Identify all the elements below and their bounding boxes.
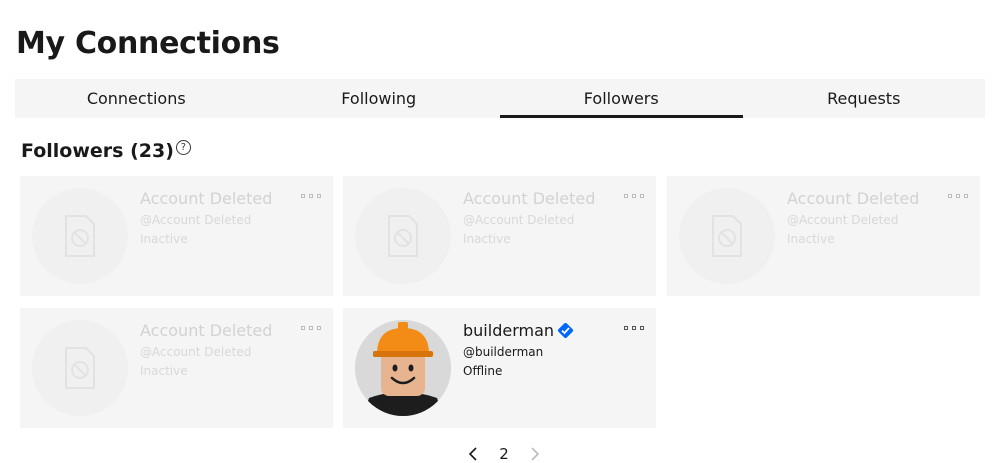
follower-card[interactable]: Account Deleted @Account Deleted Inactiv…	[20, 176, 333, 296]
card-handle: @builderman	[463, 345, 544, 359]
follower-card[interactable]: Account Deleted @Account Deleted Inactiv…	[343, 176, 656, 296]
section-title: Followers (23) ?	[21, 140, 191, 162]
card-name: builderman	[463, 321, 574, 340]
card-handle: @Account Deleted	[140, 213, 252, 227]
avatar	[32, 188, 128, 284]
card-name-text: builderman	[463, 321, 555, 340]
card-status: Offline	[463, 364, 503, 378]
tab-connections[interactable]: Connections	[15, 79, 258, 118]
card-status: Inactive	[463, 232, 511, 246]
question-circle-icon[interactable]: ?	[175, 140, 191, 155]
deleted-file-icon	[65, 215, 95, 257]
verified-badge-icon	[558, 323, 574, 338]
card-handle: @Account Deleted	[463, 213, 575, 227]
card-handle: @Account Deleted	[787, 213, 899, 227]
tab-following[interactable]: Following	[258, 79, 501, 118]
more-options-icon[interactable]	[624, 192, 644, 200]
pagination: 2	[0, 445, 1008, 463]
more-options-icon[interactable]	[948, 192, 968, 200]
tab-requests[interactable]: Requests	[743, 79, 986, 118]
card-handle: @Account Deleted	[140, 345, 252, 359]
page-number: 2	[499, 445, 509, 463]
more-options-icon[interactable]	[301, 324, 321, 332]
card-status: Inactive	[140, 232, 188, 246]
deleted-file-icon	[65, 347, 95, 389]
builderman-avatar-image	[355, 320, 451, 416]
more-options-icon[interactable]	[624, 324, 644, 332]
card-status: Inactive	[140, 364, 188, 378]
avatar	[679, 188, 775, 284]
card-name: Account Deleted	[140, 321, 273, 340]
card-status: Inactive	[787, 232, 835, 246]
tab-followers[interactable]: Followers	[500, 79, 743, 118]
avatar	[32, 320, 128, 416]
page-title: My Connections	[16, 26, 280, 61]
deleted-file-icon	[712, 215, 742, 257]
follower-card[interactable]: Account Deleted @Account Deleted Inactiv…	[667, 176, 980, 296]
follower-card[interactable]: builderman @builderman Offline	[343, 308, 656, 428]
chevron-right-icon[interactable]	[529, 447, 541, 461]
card-name: Account Deleted	[140, 189, 273, 208]
more-options-icon[interactable]	[301, 192, 321, 200]
deleted-file-icon	[388, 215, 418, 257]
follower-card[interactable]: Account Deleted @Account Deleted Inactiv…	[20, 308, 333, 428]
chevron-left-icon[interactable]	[467, 447, 479, 461]
card-name: Account Deleted	[787, 189, 920, 208]
card-name: Account Deleted	[463, 189, 596, 208]
avatar	[355, 188, 451, 284]
section-title-text: Followers (23)	[21, 140, 174, 162]
avatar	[355, 320, 451, 416]
connections-tabs: Connections Following Followers Requests	[15, 79, 985, 118]
